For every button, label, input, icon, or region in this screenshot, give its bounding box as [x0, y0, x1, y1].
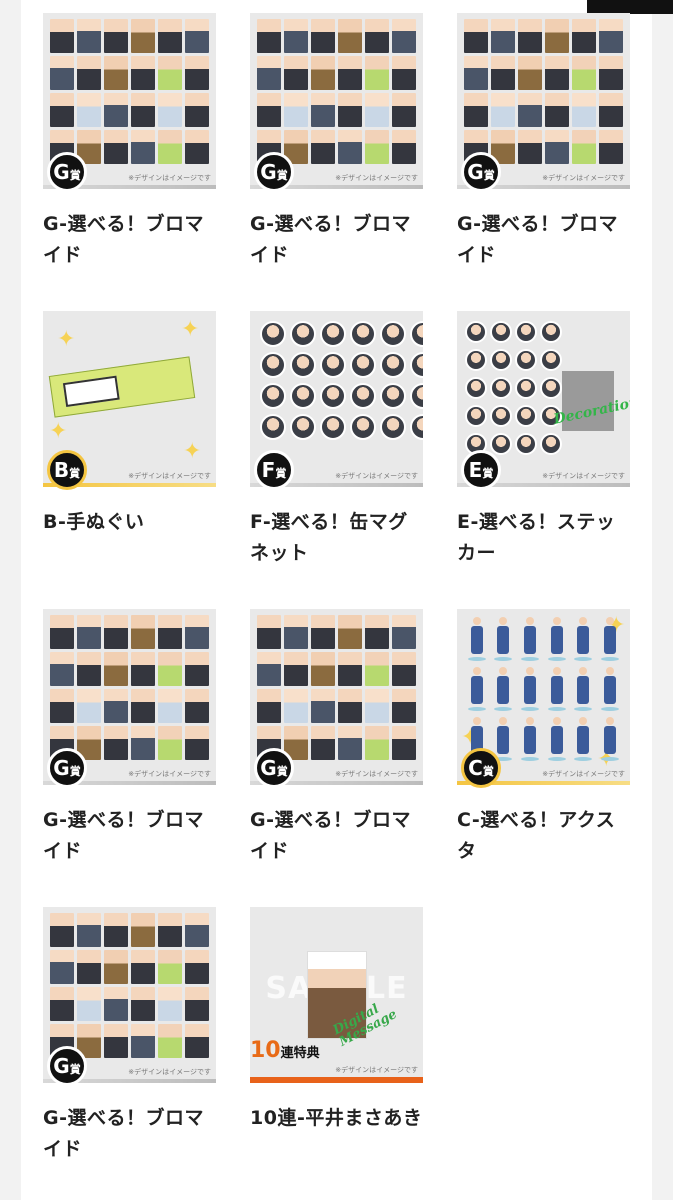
prize-badge: G賞	[47, 1046, 87, 1086]
bromide-photo-grid	[257, 19, 416, 164]
prize-badge: G賞	[254, 152, 294, 192]
product-title[interactable]: G-選べる！ブロマイド	[43, 209, 216, 271]
product-title[interactable]: C-選べる！アクスタ	[457, 805, 630, 867]
magnet-circle-grid	[260, 321, 423, 440]
bromide-photo-grid	[50, 615, 209, 760]
sticker-circle-grid	[465, 321, 562, 455]
image-note: ※デザインはイメージです	[335, 472, 418, 480]
prize-badge: G賞	[461, 152, 501, 192]
sparkle-icon: ✦	[183, 439, 202, 464]
sparkle-icon: ✦	[57, 327, 76, 352]
prize-badge: F賞	[254, 450, 294, 490]
orange-underline	[250, 1077, 423, 1083]
image-note: ※デザインはイメージです	[542, 174, 625, 182]
acrylic-stand-figures	[465, 617, 622, 761]
product-image: SAMPLE Digital Message ※デザインはイメージです 10連特…	[250, 907, 423, 1083]
product-title[interactable]: B-手ぬぐい	[43, 507, 216, 538]
image-note: ※デザインはイメージです	[542, 472, 625, 480]
image-note: ※デザインはイメージです	[128, 174, 211, 182]
image-note: ※デザインはイメージです	[335, 174, 418, 182]
bromide-photo-grid	[50, 913, 209, 1058]
product-title[interactable]: G-選べる！ブロマイド	[43, 805, 216, 867]
prize-badge: G賞	[47, 152, 87, 192]
prize-badge: G賞	[254, 748, 294, 788]
sparkle-icon: ✦	[49, 419, 68, 444]
image-note: ※デザインはイメージです	[335, 770, 418, 778]
product-title[interactable]: G-選べる！ブロマイド	[43, 1103, 216, 1165]
bromide-photo-grid	[464, 19, 623, 164]
ten-ren-bonus-badge: 10 連特典	[250, 1038, 320, 1063]
product-title[interactable]: E-選べる！ステッカー	[457, 507, 630, 569]
image-note: ※デザインはイメージです	[335, 1066, 418, 1074]
prize-badge: E賞	[461, 450, 501, 490]
product-title[interactable]: G-選べる！ブロマイド	[250, 805, 423, 867]
product-title[interactable]: G-選べる！ブロマイド	[250, 209, 423, 271]
bromide-photo-grid	[50, 19, 209, 164]
top-tab-bar[interactable]	[587, 0, 673, 14]
sparkle-icon: ✦	[181, 317, 200, 342]
image-note: ※デザインはイメージです	[128, 472, 211, 480]
tenugui-towel-image	[48, 356, 196, 418]
image-note: ※デザインはイメージです	[542, 770, 625, 778]
prize-badge: B賞	[47, 450, 87, 490]
bromide-photo-grid	[257, 615, 416, 760]
prize-badge: C賞	[461, 748, 501, 788]
prize-badge: G賞	[47, 748, 87, 788]
product-title[interactable]: 10連-平井まさあき	[250, 1103, 423, 1134]
product-title[interactable]: G-選べる！ブロマイド	[457, 209, 630, 271]
product-title[interactable]: F-選べる！缶マグネット	[250, 507, 423, 569]
image-note: ※デザインはイメージです	[128, 1068, 211, 1076]
image-note: ※デザインはイメージです	[128, 770, 211, 778]
